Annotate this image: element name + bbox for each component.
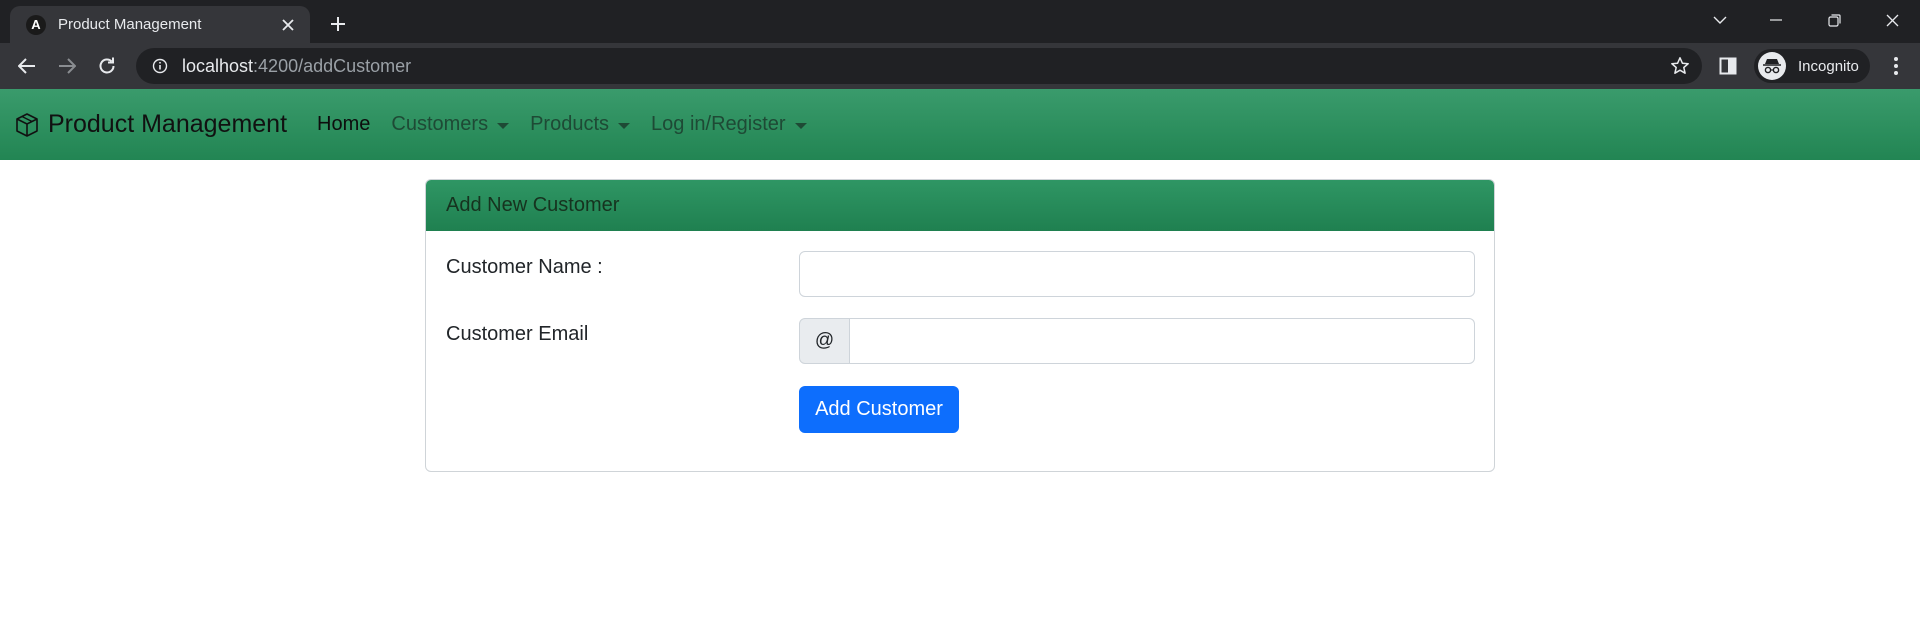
- caret-down-icon: [497, 122, 510, 129]
- side-panel-icon[interactable]: [1716, 54, 1740, 78]
- restore-icon[interactable]: [1806, 0, 1862, 40]
- nav-products-dropdown[interactable]: Products: [530, 113, 631, 136]
- customer-email-input[interactable]: [850, 318, 1475, 364]
- customer-name-input[interactable]: [799, 251, 1475, 297]
- url-host: localhost: [182, 55, 254, 76]
- minimize-icon[interactable]: [1748, 0, 1804, 40]
- kebab-menu-icon[interactable]: [1880, 50, 1912, 82]
- app-navbar: Product Management Home Customers Produc…: [0, 89, 1920, 160]
- customer-name-label: Customer Name :: [446, 256, 603, 278]
- forward-arrow-icon[interactable]: [51, 50, 83, 82]
- brand-title: Product Management: [48, 110, 288, 138]
- browser-tabstrip: A Product Management: [0, 0, 1920, 43]
- url-path: :4200/addCustomer: [253, 55, 412, 76]
- incognito-profile-button[interactable]: Incognito: [1754, 49, 1870, 83]
- customer-email-group: @: [799, 318, 1475, 364]
- browser-toolbar: localhost:4200/addCustomer Incognito: [0, 43, 1920, 89]
- tab-search-chevron-icon[interactable]: [1692, 0, 1748, 40]
- site-info-icon[interactable]: [150, 56, 170, 76]
- profile-label: Incognito: [1798, 57, 1859, 75]
- nav-home[interactable]: Home: [317, 113, 370, 136]
- card-header: Add New Customer: [426, 180, 1494, 231]
- caret-down-icon: [794, 122, 807, 129]
- card-title: Add New Customer: [446, 194, 620, 216]
- add-customer-button[interactable]: Add Customer: [799, 386, 959, 433]
- navbar-brand[interactable]: Product Management: [14, 110, 287, 139]
- nav-products-label: Products: [530, 113, 610, 135]
- bookmark-star-icon[interactable]: [1668, 54, 1692, 78]
- caret-down-icon: [618, 122, 631, 129]
- box-icon: [14, 111, 42, 139]
- new-tab-plus-icon[interactable]: [324, 10, 352, 38]
- add-customer-card: Add New Customer Customer Name : Custome…: [425, 179, 1495, 472]
- address-bar[interactable]: localhost:4200/addCustomer: [136, 48, 1702, 84]
- incognito-icon: [1758, 52, 1786, 80]
- browser-tab[interactable]: A Product Management: [10, 6, 310, 43]
- reload-icon[interactable]: [91, 50, 123, 82]
- nav-home-label: Home: [317, 113, 371, 135]
- tab-title: Product Management: [58, 16, 202, 33]
- close-window-icon[interactable]: [1864, 0, 1920, 40]
- tab-close-icon[interactable]: [278, 15, 298, 35]
- angular-favicon-icon: A: [26, 14, 46, 35]
- nav-login-register-dropdown[interactable]: Log in/Register: [651, 113, 807, 136]
- back-arrow-icon[interactable]: [11, 50, 43, 82]
- customer-email-label: Customer Email: [446, 323, 589, 345]
- at-sign-addon: @: [799, 318, 850, 364]
- nav-login-register-label: Log in/Register: [651, 113, 786, 135]
- nav-customers-dropdown[interactable]: Customers: [391, 113, 510, 136]
- nav-customers-label: Customers: [391, 113, 489, 135]
